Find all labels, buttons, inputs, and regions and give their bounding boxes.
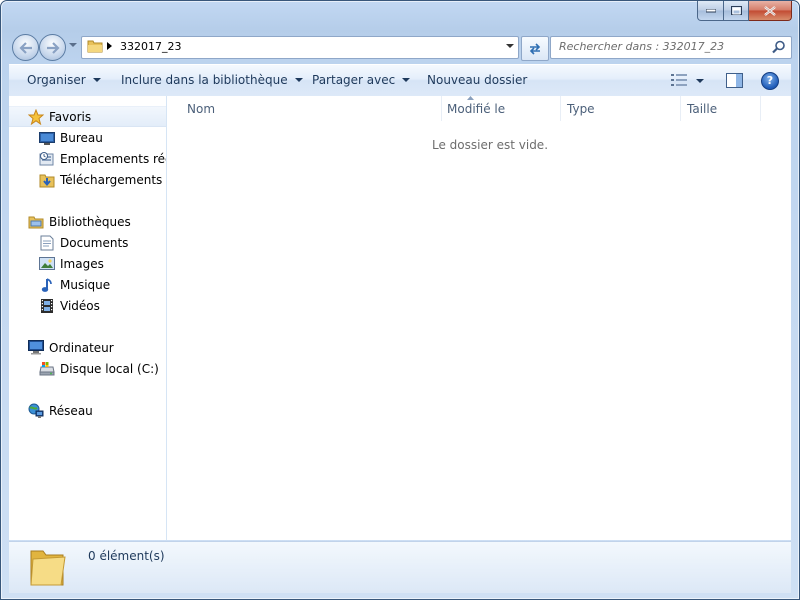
help-button[interactable]: ? — [761, 72, 779, 90]
chevron-down-icon — [402, 78, 411, 82]
sidebar-item-computer[interactable]: Ordinateur — [27, 337, 114, 358]
close-button[interactable] — [749, 1, 792, 21]
computer-icon — [27, 340, 44, 356]
address-path[interactable]: 332017_23 — [120, 40, 182, 53]
column-header-label: Modifié le — [447, 101, 506, 116]
view-options-dropdown-icon[interactable] — [696, 79, 704, 84]
back-button[interactable] — [12, 34, 39, 61]
preview-pane-icon[interactable] — [726, 73, 743, 88]
column-header-label: Type — [567, 101, 595, 116]
maximize-button[interactable] — [724, 1, 749, 21]
share-with-button[interactable]: Partager avec — [312, 73, 411, 87]
sidebar-item-label: Images — [60, 256, 104, 271]
chevron-down-icon — [92, 78, 101, 82]
minimize-icon — [705, 8, 716, 12]
drive-icon — [38, 361, 55, 377]
sidebar-item-videos[interactable]: Vidéos — [38, 295, 100, 316]
chevron-down-icon — [294, 78, 303, 82]
include-in-library-button[interactable]: Inclure dans la bibliothèque — [121, 73, 303, 87]
include-in-library-label: Inclure dans la bibliothèque — [121, 73, 288, 87]
details-pane: 0 élément(s) — [9, 541, 791, 593]
forward-button[interactable] — [39, 34, 66, 61]
organize-label: Organiser — [27, 73, 86, 87]
main-content: Favoris Bureau Emplacements récents Télé… — [9, 96, 791, 540]
music-icon — [38, 277, 55, 293]
sidebar-item-pictures[interactable]: Images — [38, 253, 104, 274]
sidebar-item-network[interactable]: Réseau — [27, 400, 93, 421]
caption-buttons — [697, 1, 792, 21]
search-placeholder: Rechercher dans : 332017_23 — [559, 40, 725, 53]
sidebar-item-label: Réseau — [49, 403, 93, 418]
folder-icon — [30, 550, 66, 586]
sidebar-item-local-disk[interactable]: Disque local (C:) — [38, 358, 159, 379]
organize-button[interactable]: Organiser — [27, 73, 101, 87]
sidebar-item-label: Vidéos — [60, 298, 100, 313]
recent-pages-dropdown-icon[interactable] — [69, 43, 77, 48]
sidebar-item-label: Téléchargements — [60, 172, 163, 187]
navigation-pane: Favoris Bureau Emplacements récents Télé… — [9, 96, 167, 540]
address-dropdown-icon[interactable] — [506, 44, 514, 49]
address-bar[interactable]: 332017_23 — [81, 36, 519, 59]
sidebar-item-label: Ordinateur — [49, 340, 114, 355]
sidebar-item-label: Documents — [60, 235, 129, 250]
share-with-label: Partager avec — [312, 73, 396, 87]
refresh-icon — [529, 42, 541, 55]
pictures-icon — [38, 256, 55, 272]
explorer-window: 332017_23 Rechercher dans : 332017_23 Or… — [0, 0, 800, 600]
recent-places-icon — [38, 151, 55, 167]
sidebar-item-documents[interactable]: Documents — [38, 232, 128, 253]
sidebar-item-music[interactable]: Musique — [38, 274, 110, 295]
column-header-name[interactable]: Nom — [167, 96, 442, 121]
sidebar-item-label: Favoris — [49, 109, 92, 124]
videos-icon — [38, 298, 55, 314]
column-header-type[interactable]: Type — [560, 96, 681, 121]
search-input[interactable]: Rechercher dans : 332017_23 — [550, 36, 792, 59]
sidebar-item-label: Bureau — [60, 130, 103, 145]
documents-icon — [38, 235, 55, 251]
breadcrumb-separator-icon[interactable] — [107, 42, 112, 50]
sidebar-item-desktop[interactable]: Bureau — [38, 127, 103, 148]
sidebar-item-favorites[interactable]: Favoris — [9, 106, 166, 127]
sidebar-item-downloads[interactable]: Téléchargements — [38, 169, 162, 190]
star-icon — [27, 108, 44, 125]
sidebar-item-label: Bibliothèques — [49, 214, 131, 229]
command-bar: Organiser Inclure dans la bibliothèque P… — [9, 64, 791, 97]
sidebar-item-label: Emplacements récents — [60, 151, 166, 166]
navigation-bar: 332017_23 Rechercher dans : 332017_23 — [9, 33, 792, 61]
empty-folder-message: Le dossier est vide. — [432, 138, 549, 152]
sidebar-item-recent-places[interactable]: Emplacements récents — [38, 148, 166, 169]
arrow-right-icon — [46, 41, 60, 54]
desktop-icon — [38, 130, 55, 146]
arrow-left-icon — [18, 41, 32, 54]
maximize-icon — [730, 6, 742, 15]
help-icon: ? — [766, 74, 774, 87]
libraries-icon — [27, 214, 44, 230]
sidebar-item-label: Musique — [60, 277, 111, 292]
close-icon — [764, 5, 776, 16]
sidebar-item-libraries[interactable]: Bibliothèques — [27, 211, 131, 232]
column-header-label: Nom — [187, 101, 216, 116]
network-icon — [27, 403, 44, 419]
new-folder-button[interactable]: Nouveau dossier — [427, 73, 527, 87]
new-folder-label: Nouveau dossier — [427, 73, 528, 87]
folder-icon — [87, 40, 103, 53]
change-view-icon[interactable] — [671, 74, 687, 86]
minimize-button[interactable] — [697, 1, 724, 21]
column-header-label: Taille — [687, 101, 718, 116]
downloads-icon — [38, 172, 55, 188]
sidebar-item-label: Disque local (C:) — [60, 361, 159, 376]
file-list: Nom Modifié le Type Taille Le dossier es… — [167, 96, 791, 540]
search-icon[interactable] — [772, 40, 786, 54]
column-header-modified[interactable]: Modifié le — [441, 96, 561, 121]
item-count: 0 élément(s) — [88, 549, 165, 563]
refresh-button[interactable] — [521, 36, 549, 61]
column-header-size[interactable]: Taille — [680, 96, 761, 121]
